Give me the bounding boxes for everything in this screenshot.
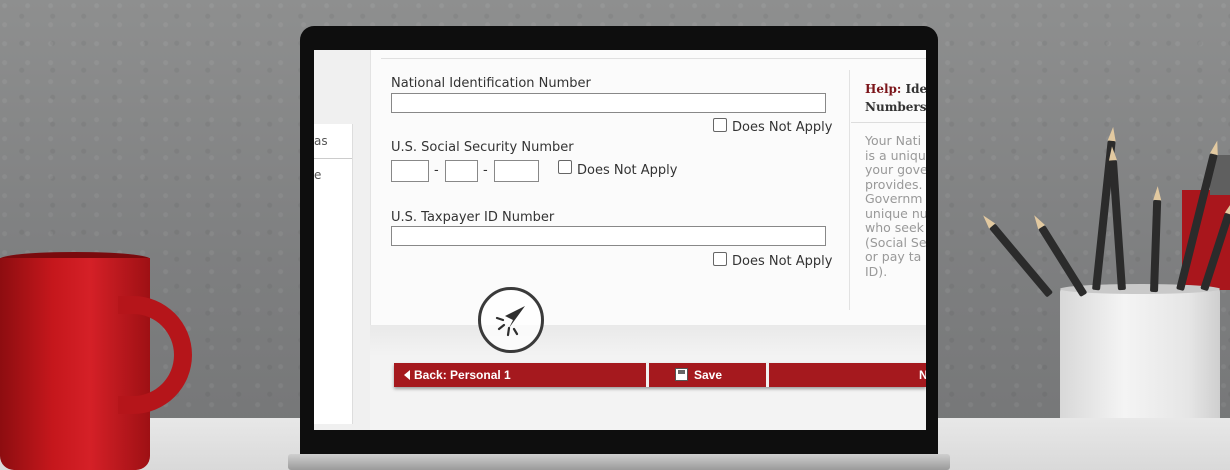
next-button-label: N xyxy=(919,368,926,382)
ssn-part2-input[interactable] xyxy=(445,160,478,182)
help-title: Help: Ide Numbers xyxy=(865,80,926,116)
click-pointer-icon xyxy=(478,287,544,353)
back-button-label: Back: Personal 1 xyxy=(414,368,511,382)
ssn-does-not-apply-label[interactable]: Does Not Apply xyxy=(577,163,677,178)
next-button[interactable]: N xyxy=(769,363,926,387)
taxpayer-id-does-not-apply-checkbox[interactable] xyxy=(713,252,727,266)
help-line: (Social Se xyxy=(865,234,926,250)
taxpayer-id-label: U.S. Taxpayer ID Number xyxy=(391,210,555,225)
ssn-does-not-apply-checkbox[interactable] xyxy=(558,160,572,174)
sidebar-item[interactable]: e xyxy=(314,168,321,182)
taxpayer-id-does-not-apply-label[interactable]: Does Not Apply xyxy=(732,254,832,269)
form-panel: National Identification Number Does Not … xyxy=(370,50,926,325)
back-button[interactable]: Back: Personal 1 xyxy=(394,363,656,387)
help-line: is a uniqu xyxy=(865,147,926,163)
help-line: Your Nati xyxy=(865,133,922,148)
back-arrow-icon xyxy=(404,370,410,380)
help-line: provides. xyxy=(865,176,923,192)
laptop-base xyxy=(288,454,950,470)
help-line: or pay ta xyxy=(865,249,922,264)
ssn-part1-input[interactable] xyxy=(391,160,429,182)
sidebar-divider xyxy=(314,158,352,159)
ssn-label: U.S. Social Security Number xyxy=(391,140,574,155)
ssn-separator: - xyxy=(434,163,439,178)
save-button-label: Save xyxy=(694,368,723,382)
help-divider xyxy=(849,70,850,310)
help-line: who seek xyxy=(865,220,924,235)
help-line: Governm xyxy=(865,191,923,206)
laptop-screen: as e National Identification Number Does… xyxy=(314,50,926,430)
help-line: ID). xyxy=(865,263,888,279)
taxpayer-id-input[interactable] xyxy=(391,226,826,246)
help-text: Your Nati is a uniqu your gove provides.… xyxy=(865,133,926,279)
national-id-does-not-apply-checkbox[interactable] xyxy=(713,118,727,132)
save-button[interactable]: Save xyxy=(649,363,766,387)
ssn-separator: - xyxy=(483,163,488,178)
help-title-line2: Numbers xyxy=(865,100,926,114)
navigation-bar: Back: Personal 1 Save N xyxy=(394,363,926,387)
help-separator xyxy=(851,122,926,123)
ssn-part3-input[interactable] xyxy=(494,160,539,182)
help-prefix: Help: xyxy=(865,82,902,96)
help-line: unique nu xyxy=(865,205,926,221)
left-sidebar: as e xyxy=(314,124,353,424)
help-title-line1: Ide xyxy=(905,82,926,96)
national-id-does-not-apply-label[interactable]: Does Not Apply xyxy=(732,120,832,135)
divider xyxy=(381,58,926,59)
help-line: your gove xyxy=(865,162,926,177)
national-id-input[interactable] xyxy=(391,93,826,113)
national-id-label: National Identification Number xyxy=(391,76,591,91)
sidebar-item[interactable]: as xyxy=(314,134,328,148)
save-icon xyxy=(675,368,688,381)
